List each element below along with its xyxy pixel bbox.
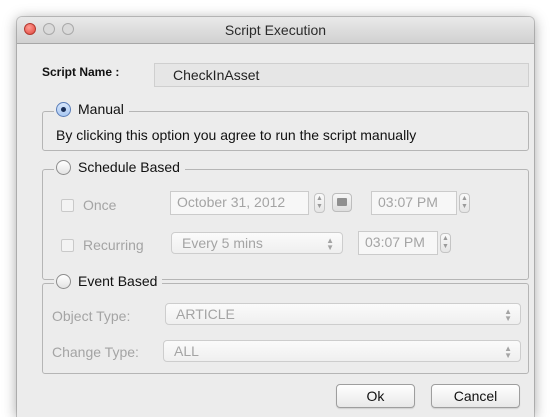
change-type-value: ALL: [174, 343, 199, 359]
ok-button[interactable]: Ok: [336, 384, 415, 408]
schedule-label: Schedule Based: [78, 159, 180, 175]
script-name-label: Script Name :: [42, 65, 120, 79]
manual-label: Manual: [78, 101, 124, 117]
recurring-time-stepper[interactable]: ▲ ▼: [440, 233, 451, 253]
schedule-radio-icon[interactable]: [56, 159, 71, 175]
manual-option[interactable]: Manual: [54, 101, 129, 117]
recurring-checkbox-icon[interactable]: [61, 238, 74, 252]
once-time-field[interactable]: 03:07 PM: [371, 191, 457, 215]
recurring-label: Recurring: [83, 237, 144, 253]
date-stepper[interactable]: ▲ ▼: [314, 193, 325, 213]
calendar-icon[interactable]: [332, 193, 352, 212]
recurring-time-field[interactable]: 03:07 PM: [358, 231, 438, 255]
once-checkbox-icon[interactable]: [61, 198, 74, 212]
cancel-button[interactable]: Cancel: [431, 384, 520, 408]
event-radio-icon[interactable]: [56, 273, 71, 289]
recurring-option[interactable]: Recurring: [61, 237, 144, 253]
object-type-label: Object Type:: [52, 308, 131, 324]
event-based-option[interactable]: Event Based: [54, 273, 163, 289]
object-type-value: ARTICLE: [176, 306, 235, 322]
event-label: Event Based: [78, 273, 158, 289]
schedule-group: [42, 169, 529, 280]
recurring-interval-select[interactable]: Every 5 mins ▲ ▼: [171, 232, 343, 254]
popup-arrows-icon: ▲ ▼: [326, 236, 334, 252]
once-label: Once: [83, 197, 117, 213]
popup-arrows-icon: ▲ ▼: [504, 307, 512, 323]
once-option[interactable]: Once: [61, 197, 116, 213]
manual-description: By clicking this option you agree to run…: [56, 127, 417, 143]
popup-arrows-icon: ▲ ▼: [504, 344, 512, 360]
schedule-based-option[interactable]: Schedule Based: [54, 159, 185, 175]
change-type-label: Change Type:: [52, 344, 139, 360]
object-type-select[interactable]: ARTICLE ▲ ▼: [165, 303, 521, 325]
window-title: Script Execution: [224, 22, 327, 38]
title-bar: Script Execution: [17, 17, 534, 44]
manual-radio-icon[interactable]: [56, 101, 71, 117]
once-time-stepper[interactable]: ▲ ▼: [459, 193, 470, 213]
recurring-interval-value: Every 5 mins: [182, 235, 263, 251]
change-type-select[interactable]: ALL ▲ ▼: [163, 340, 521, 362]
once-date-field[interactable]: October 31, 2012: [170, 191, 309, 215]
script-execution-dialog: Script Execution Script Name : CheckInAs…: [17, 17, 534, 417]
script-name-field: CheckInAsset: [154, 63, 529, 87]
